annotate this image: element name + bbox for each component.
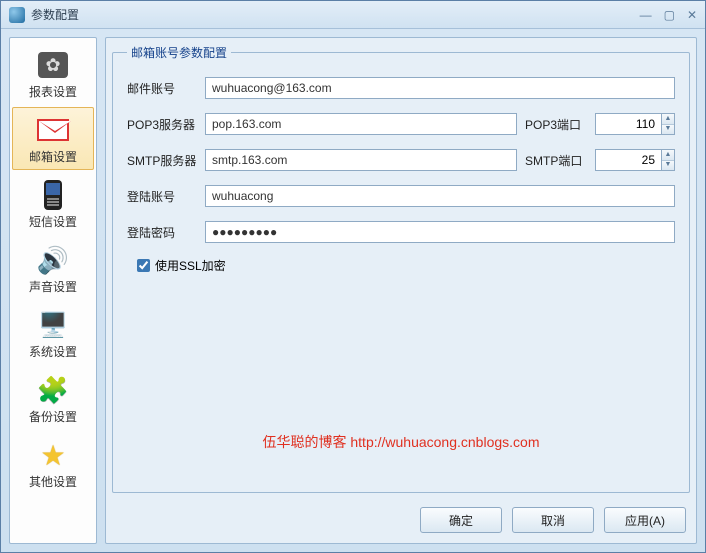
spin-up-icon[interactable]: ▲ [662,114,674,125]
sidebar-item-label: 其他设置 [15,473,91,490]
sidebar-item-sms[interactable]: 短信设置 [12,172,94,235]
app-icon [9,7,25,23]
window-title: 参数配置 [31,6,79,23]
button-bar: 确定 取消 应用(A) [106,499,696,543]
sidebar-item-system[interactable]: 🖥️ 系统设置 [12,302,94,365]
monitor-icon: 🖥️ [38,311,68,340]
pop3-port-label: POP3端口 [525,116,587,133]
ssl-label: 使用SSL加密 [155,257,226,274]
mail-account-input[interactable] [205,77,675,99]
ssl-checkbox[interactable] [137,259,150,272]
smtp-port-spinner: ▲ ▼ [661,149,675,171]
smtp-server-label: SMTP服务器 [127,152,197,169]
pop3-server-label: POP3服务器 [127,116,197,133]
sidebar-item-label: 短信设置 [15,213,91,230]
sidebar-item-label: 报表设置 [15,83,91,100]
login-password-input[interactable] [205,221,675,243]
watermark-text: 伍华聪的博客 http://wuhuacong.cnblogs.com [113,432,689,452]
phone-icon [44,180,62,210]
login-account-input[interactable] [205,185,675,207]
sidebar-item-label: 备份设置 [15,408,91,425]
minimize-icon[interactable]: — [640,8,652,22]
login-account-label: 登陆账号 [127,188,197,205]
apply-button[interactable]: 应用(A) [604,507,686,533]
spin-down-icon[interactable]: ▼ [662,161,674,171]
group-legend: 邮箱账号参数配置 [127,44,231,61]
close-icon[interactable]: ✕ [687,8,697,22]
sidebar-item-mail[interactable]: 邮箱设置 [12,107,94,170]
config-window: 参数配置 — ▢ ✕ 报表设置 邮箱设置 短信设置 [0,0,706,553]
cancel-button[interactable]: 取消 [512,507,594,533]
sidebar-item-label: 声音设置 [15,278,91,295]
sidebar-item-label: 邮箱设置 [15,148,91,165]
mail-config-group: 邮箱账号参数配置 邮件账号 POP3服务器 POP3端口 ▲ [112,44,690,493]
star-icon: ★ [40,439,65,472]
maximize-icon[interactable]: ▢ [664,8,675,22]
spin-down-icon[interactable]: ▼ [662,125,674,135]
mail-account-label: 邮件账号 [127,80,197,97]
smtp-server-input[interactable] [205,149,517,171]
smtp-port-input[interactable] [595,149,661,171]
spin-up-icon[interactable]: ▲ [662,150,674,161]
sidebar-item-label: 系统设置 [15,343,91,360]
pop3-port-spinner: ▲ ▼ [661,113,675,135]
ok-button[interactable]: 确定 [420,507,502,533]
sidebar: 报表设置 邮箱设置 短信设置 🔊 声音设置 🖥️ 系统设置 [9,37,97,544]
smtp-port-label: SMTP端口 [525,152,587,169]
pop3-port-input[interactable] [595,113,661,135]
window-controls: — ▢ ✕ [640,8,697,22]
pop3-server-input[interactable] [205,113,517,135]
login-password-label: 登陆密码 [127,224,197,241]
sidebar-item-report[interactable]: 报表设置 [12,42,94,105]
sidebar-item-sound[interactable]: 🔊 声音设置 [12,237,94,300]
puzzle-icon: 🧩 [37,375,69,406]
gear-icon [38,52,68,78]
sidebar-item-backup[interactable]: 🧩 备份设置 [12,367,94,430]
mail-icon [37,119,69,141]
speaker-icon: 🔊 [37,245,69,276]
window-body: 报表设置 邮箱设置 短信设置 🔊 声音设置 🖥️ 系统设置 [1,29,705,552]
titlebar[interactable]: 参数配置 — ▢ ✕ [1,1,705,29]
sidebar-item-other[interactable]: ★ 其他设置 [12,432,94,495]
main-panel: 邮箱账号参数配置 邮件账号 POP3服务器 POP3端口 ▲ [105,37,697,544]
